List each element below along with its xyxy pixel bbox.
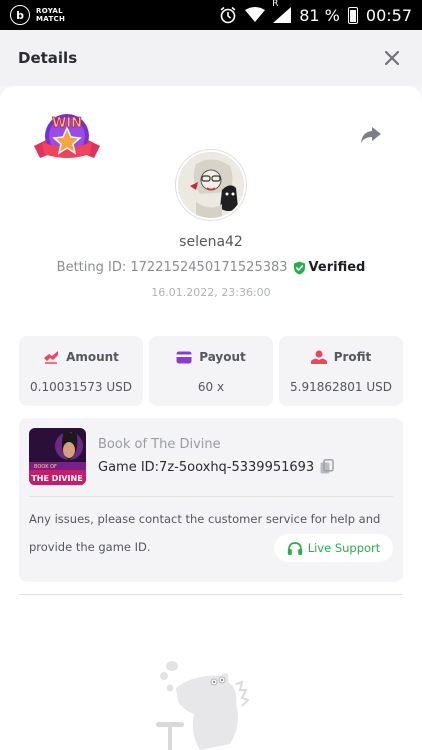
stat-payout: Payout 60 x xyxy=(149,336,273,406)
alarm-icon xyxy=(219,6,237,24)
support-notice-line2: provide the game ID. xyxy=(29,540,151,554)
game-id-row: Game ID:7z-5ooxhq-5339951693 xyxy=(98,459,334,475)
wallet-icon xyxy=(176,351,192,363)
stat-profit: Profit 5.91862801 USD xyxy=(279,336,403,406)
section-divider xyxy=(19,594,403,595)
status-bar: b ROYAL MATCH R 81 % 00:57 xyxy=(0,0,422,30)
profit-icon xyxy=(310,350,327,364)
mascot-crocodile-icon xyxy=(150,654,260,750)
stat-value: 0.10031573 USD xyxy=(30,380,132,394)
copy-icon xyxy=(320,459,334,474)
clock: 00:57 xyxy=(365,5,412,25)
thumb-subtitle: BOOK OF xyxy=(34,464,57,470)
badge-text: WIN xyxy=(52,116,82,131)
support-notice-line1: Any issues, please contact the customer … xyxy=(29,512,381,526)
status-brand: ROYAL MATCH xyxy=(36,7,66,23)
stat-label: Payout xyxy=(199,350,246,364)
verified-shield-icon xyxy=(293,261,305,274)
betting-id: Betting ID: 1722152450171525383 xyxy=(56,260,288,275)
amount-icon xyxy=(44,351,59,364)
bet-timestamp: 16.01.2022, 23:36:00 xyxy=(151,286,271,299)
roaming-label: R xyxy=(272,0,279,9)
game-name: Book of The Divine xyxy=(98,437,221,452)
share-button[interactable] xyxy=(358,122,384,148)
signal-icon: R xyxy=(272,0,292,23)
battery-icon xyxy=(347,6,358,24)
live-support-label: Live Support xyxy=(307,541,381,555)
username: selena42 xyxy=(179,234,243,250)
verified-label: Verified xyxy=(308,260,366,275)
copy-button[interactable] xyxy=(320,459,334,475)
wifi-icon xyxy=(245,7,266,23)
verified-badge: Verified xyxy=(293,260,366,275)
page-title: Details xyxy=(18,49,78,67)
avatar xyxy=(176,150,246,220)
stat-label: Profit xyxy=(333,350,372,364)
live-support-button[interactable]: Live Support xyxy=(274,534,393,562)
close-icon xyxy=(385,51,399,65)
stat-value: 5.91862801 USD xyxy=(290,380,392,394)
close-button[interactable] xyxy=(380,46,404,70)
battery-percent: 81 % xyxy=(299,5,340,25)
game-thumbnail[interactable]: BOOK OF THE DIVINE xyxy=(29,428,86,485)
app-notification-icon: b xyxy=(10,5,30,25)
stat-amount: Amount 0.10031573 USD xyxy=(19,336,143,406)
stat-label: Amount xyxy=(66,350,119,364)
game-card: BOOK OF THE DIVINE Book of The Divine Ga… xyxy=(19,418,403,582)
bet-details-sheet: WIN selena42 Betting ID: 172215245017152… xyxy=(0,86,422,750)
betting-id-row: Betting ID: 1722152450171525383 Verified xyxy=(0,260,422,275)
stat-value: 60 x xyxy=(197,380,225,394)
share-icon xyxy=(361,127,381,143)
win-badge-icon: WIN xyxy=(32,110,102,170)
card-divider xyxy=(29,496,393,497)
details-header: Details xyxy=(0,30,422,86)
headset-icon xyxy=(287,541,302,555)
thumb-title: THE DIVINE xyxy=(31,474,82,483)
game-id: Game ID:7z-5ooxhq-5339951693 xyxy=(98,459,315,475)
